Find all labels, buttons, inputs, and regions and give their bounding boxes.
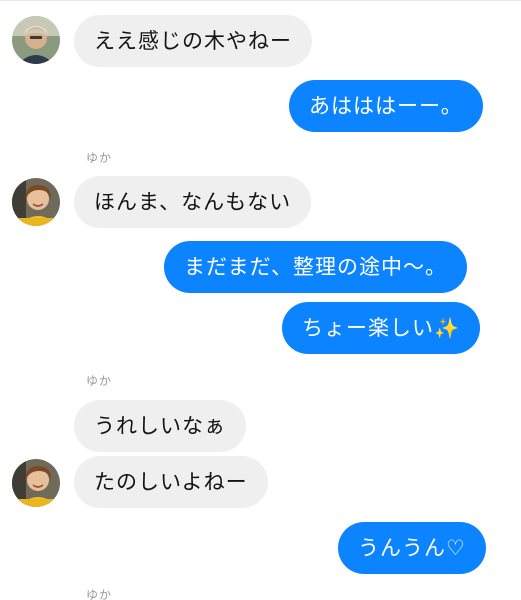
message-bubble-outgoing[interactable]: うんうん♡ [338, 522, 486, 574]
avatar[interactable] [12, 16, 60, 64]
avatar[interactable] [12, 459, 60, 507]
sender-name: ゆか [86, 374, 113, 388]
message-bubble-incoming[interactable]: ほんま、なんもない [74, 176, 312, 228]
message-text: ちょー楽しい [302, 316, 434, 340]
message-bubble-outgoing[interactable]: ちょー楽しい✨ [282, 302, 480, 354]
sender-name: ゆか [86, 588, 113, 600]
message-bubble-outgoing[interactable]: まだまだ、整理の途中〜。 [164, 241, 467, 293]
avatar[interactable] [12, 178, 60, 226]
top-divider [0, 0, 521, 1]
avatar-photo-yuka-icon [12, 459, 60, 507]
message-bubble-incoming[interactable]: ええ感じの木やねー [74, 15, 312, 67]
avatar-photo-yuka-icon [12, 178, 60, 226]
message-bubble-outgoing[interactable]: あはははーー。 [289, 80, 483, 132]
sparkles-icon: ✨ [434, 316, 460, 340]
chat-screen: ええ感じの木やねー あはははーー。 ゆか ほんま、なんもない まだまだ、整理の途… [0, 0, 521, 600]
avatar-photo-man-icon [12, 16, 60, 64]
message-bubble-incoming[interactable]: たのしいよねー [74, 456, 268, 508]
message-bubble-incoming[interactable]: うれしいなぁ [74, 400, 246, 452]
sender-name: ゆか [86, 151, 113, 165]
